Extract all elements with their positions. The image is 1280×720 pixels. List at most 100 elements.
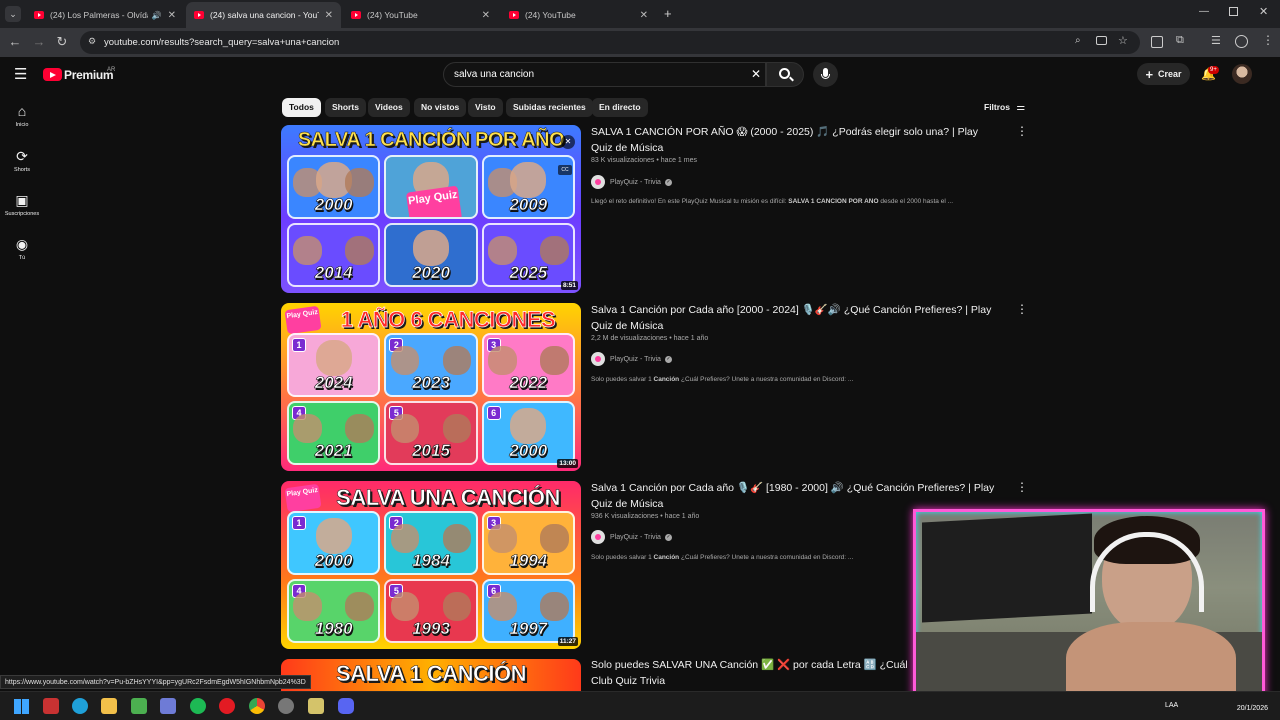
tab-title: (24) YouTube (525, 10, 576, 20)
captions-icon[interactable]: CC (558, 165, 572, 175)
file-explorer-icon[interactable] (101, 698, 117, 714)
more-actions-icon[interactable]: ⋮ (1016, 124, 1028, 138)
thumbnail-year: 2023 (412, 373, 450, 393)
reload-icon[interactable]: ↻ (55, 35, 69, 49)
tab-title: (24) Los Palmeras - Olvídala (50, 10, 148, 20)
channel-link-2[interactable]: PlayQuiz - Trivia ✓ (591, 352, 672, 366)
url-text: youtube.com/results?search_query=salva+u… (104, 37, 340, 48)
app-icon[interactable] (308, 698, 324, 714)
close-tab-icon[interactable]: ✕ (482, 10, 490, 21)
browser-tab-1[interactable]: (24) Los Palmeras - Olvídala 🔊 ✕ (26, 2, 184, 28)
discord-icon[interactable] (338, 698, 354, 714)
youtube-favicon-icon (194, 11, 204, 19)
video-title-4[interactable]: Solo puedes SALVAR UNA Canción ✅ ❌ por c… (591, 658, 911, 674)
zoom-icon[interactable]: ⌕ (1075, 35, 1081, 46)
minimize-icon[interactable]: — (1199, 6, 1209, 17)
video-title-1[interactable]: SALVA 1 CANCIÓN POR AÑO 😱 (2000 - 2025) … (591, 125, 1001, 156)
reading-list-icon[interactable]: ☰ (1211, 34, 1221, 47)
video-thumbnail-3[interactable]: SALVA UNA CANCIÓN Play Quiz 1 2000 2 1984 … (281, 481, 581, 649)
sidebar-item-shorts[interactable]: ⟳ Shorts (0, 148, 44, 173)
voice-search-button[interactable] (813, 62, 838, 87)
calculator-icon[interactable] (160, 698, 176, 714)
sidebar-item-suscripciones[interactable]: ▣ Suscripciones (0, 192, 44, 217)
sidebar-item-tu[interactable]: ◉ Tú (0, 236, 44, 261)
you-icon: ◉ (15, 236, 29, 252)
system-date[interactable]: 20/1/2026 (1237, 704, 1268, 714)
app-icon[interactable] (131, 698, 147, 714)
back-icon[interactable]: ← (8, 35, 22, 49)
install-app-icon[interactable] (1096, 36, 1107, 45)
new-tab-icon[interactable]: + (664, 6, 672, 21)
close-tab-icon[interactable]: ✕ (168, 10, 176, 21)
app-icon[interactable] (43, 698, 59, 714)
subscriptions-icon: ▣ (15, 192, 29, 208)
close-window-icon[interactable]: ✕ (1259, 5, 1268, 18)
browser-tab-2[interactable]: (24) salva una cancion - YouTube ✕ (186, 2, 341, 28)
profile-icon[interactable] (1235, 35, 1248, 48)
thumbnail-cell: 6 1997 (481, 579, 575, 643)
account-avatar[interactable] (1232, 64, 1252, 84)
channel-link-3[interactable]: PlayQuiz - Trivia ✓ (591, 530, 672, 544)
chip-en-directo[interactable]: En directo (592, 98, 648, 117)
thumbnail-cell: 2 1984 (384, 511, 478, 575)
extension-icon[interactable] (1151, 36, 1163, 48)
channel-link-1[interactable]: PlayQuiz - Trivia ✓ (591, 175, 672, 189)
site-info-icon[interactable]: ⚙ (88, 36, 96, 47)
filters-button[interactable]: Filtros ⚌ (984, 102, 1025, 113)
spotify-icon[interactable] (190, 698, 206, 714)
browser-tab-strip: ⌄ (24) Los Palmeras - Olvídala 🔊 ✕ (24) … (0, 0, 1280, 28)
thumbnail-year: 1984 (412, 551, 450, 571)
create-button[interactable]: + Crear (1137, 63, 1190, 85)
description-text: Llegó el reto definitivo! En este PlayQu… (591, 198, 789, 205)
video-thumbnail-1[interactable]: SALVA 1 CANCIÓN POR AÑO 2000 Play Quiz 2… (281, 125, 581, 293)
video-thumbnail-2[interactable]: 1 AÑO 6 CANCIONES Play Quiz 1 2024 2 2023 … (281, 303, 581, 471)
search-button[interactable] (766, 62, 804, 87)
menu-hamburger-icon[interactable]: ☰ (14, 67, 27, 82)
thumbnail-year: 1993 (412, 619, 450, 639)
chrome-menu-icon[interactable]: ⋮ (1262, 33, 1274, 47)
more-actions-icon[interactable]: ⋮ (1016, 480, 1028, 494)
close-tab-icon[interactable]: ✕ (640, 10, 648, 21)
sidebar-item-label: Tú (18, 255, 26, 261)
mute-icon[interactable]: ✕ (561, 135, 575, 149)
forward-icon[interactable]: → (32, 35, 46, 49)
close-tab-icon[interactable]: ✕ (325, 10, 333, 21)
thumbnail-year: 2000 (509, 441, 548, 461)
search-input[interactable]: salva una cancion ✕ (443, 62, 766, 87)
browser-tab-3[interactable]: (24) YouTube ✕ (343, 2, 498, 28)
browser-toolbar: ← → ↻ ⚙ youtube.com/results?search_query… (0, 28, 1280, 57)
keyboard-language[interactable]: LAA (1165, 702, 1178, 709)
thumbnail-heading: 1 AÑO 6 CANCIONES (340, 307, 556, 333)
description-highlight: SALVA 1 CANCIÓN POR AÑO (788, 198, 879, 205)
chip-todos[interactable]: Todos (282, 98, 321, 117)
extensions-puzzle-icon[interactable]: ⧉ (1176, 34, 1184, 47)
thumbnail-cell: 2014 (287, 223, 381, 287)
app-icon[interactable] (278, 698, 294, 714)
video-meta-1: 83 K visualizaciones • hace 1 mes (591, 157, 697, 164)
restore-icon[interactable] (1229, 7, 1238, 16)
address-bar[interactable]: ⚙ youtube.com/results?search_query=salva… (80, 31, 1140, 54)
plus-icon: + (1145, 66, 1154, 82)
chip-visto[interactable]: Visto (468, 98, 503, 117)
more-actions-icon[interactable]: ⋮ (1016, 302, 1028, 316)
thumbnail-year: 2000 (314, 551, 353, 571)
clear-search-icon[interactable]: ✕ (751, 67, 761, 81)
video-thumbnail-4[interactable]: SALVA 1 CANCIÓN (281, 659, 581, 691)
video-views: 2,2 M de visualizaciones (591, 335, 668, 342)
video-title-2[interactable]: Salva 1 Canción por Cada año [2000 - 202… (591, 303, 1001, 334)
thumbnail-cell: 4 1980 (287, 579, 381, 643)
chrome-icon[interactable] (249, 698, 265, 714)
video-title-3[interactable]: Salva 1 Canción por Cada año 🎙️🎸 [1980 -… (591, 481, 1001, 512)
edge-icon[interactable] (72, 698, 88, 714)
tab-search-dropdown-button[interactable]: ⌄ (5, 6, 21, 22)
sidebar-item-inicio[interactable]: ⌂ Inicio (0, 103, 44, 128)
browser-tab-4[interactable]: (24) YouTube ✕ (501, 2, 656, 28)
chip-shorts[interactable]: Shorts (325, 98, 366, 117)
opera-icon[interactable] (219, 698, 235, 714)
windows-start-icon[interactable] (14, 699, 29, 714)
bookmark-star-icon[interactable]: ☆ (1118, 34, 1128, 47)
chip-subidas-recientes[interactable]: Subidas recientes (506, 98, 593, 117)
chip-no-vistos[interactable]: No vistos (414, 98, 467, 117)
sidebar-item-label: Shorts (14, 167, 30, 173)
chip-videos[interactable]: Videos (368, 98, 410, 117)
